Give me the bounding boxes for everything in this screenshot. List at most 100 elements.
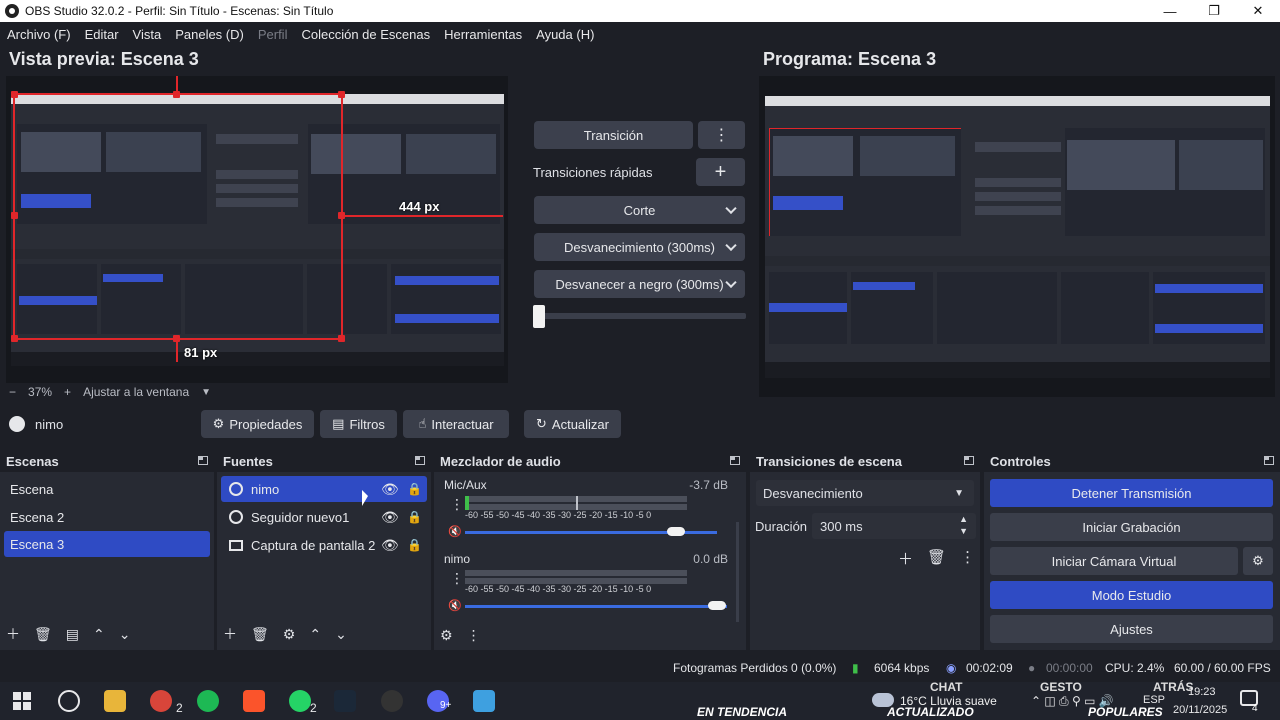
zoom-in-button[interactable]: + — [64, 385, 71, 399]
undock-icon[interactable] — [964, 456, 974, 465]
browser-icon — [229, 482, 243, 496]
move-down-icon[interactable]: ⌄ — [119, 626, 131, 643]
notification-count: 4 — [1252, 703, 1258, 714]
interact-button[interactable]: ☝ Interactuar — [403, 410, 509, 438]
weather[interactable]: 16°C Lluvia suave — [900, 694, 997, 708]
minimize-button[interactable]: — — [1148, 0, 1192, 22]
filters-button[interactable]: ▤ Filtros — [320, 410, 397, 438]
settings-button[interactable]: Ajustes — [990, 615, 1273, 643]
file-explorer-icon[interactable] — [104, 690, 126, 712]
chrome-icon[interactable] — [150, 690, 172, 712]
undock-icon[interactable] — [415, 456, 425, 465]
filter-icon[interactable]: ▤ — [66, 626, 79, 643]
preview-canvas[interactable]: 444 px 81 px — [6, 76, 508, 383]
trash-icon[interactable]: 🗑 — [251, 626, 269, 643]
menu-paneles[interactable]: Paneles (D) — [168, 27, 251, 42]
steam-icon[interactable] — [334, 690, 356, 712]
scrollbar[interactable] — [736, 522, 739, 622]
undock-icon[interactable] — [730, 456, 740, 465]
volume-slider-knob[interactable] — [708, 601, 726, 610]
chevron-down-icon[interactable]: ▼ — [201, 387, 211, 398]
eye-icon[interactable]: 👁 — [381, 509, 399, 526]
gears-icon[interactable]: ⚙ — [440, 627, 453, 644]
menu-coleccion-escenas[interactable]: Colección de Escenas — [294, 27, 437, 42]
move-down-icon[interactable]: ⌄ — [335, 626, 347, 643]
source-item-selected[interactable]: nimo 👁 🔒 — [221, 476, 427, 502]
spin-up-icon[interactable]: ▲ — [959, 514, 968, 524]
menu-ayuda[interactable]: Ayuda (H) — [529, 27, 601, 42]
muted-speaker-icon[interactable]: 🔇 — [448, 525, 462, 538]
source-item[interactable]: Captura de pantalla 2 👁 🔒 — [221, 532, 427, 558]
whatsapp-icon[interactable] — [289, 690, 311, 712]
tray-icons[interactable]: ⌃ ◫ ⎙ ⚲ ▭ 🔊 — [1031, 694, 1114, 709]
clock-date[interactable]: 20/11/2025 — [1173, 704, 1227, 716]
scene-item-selected[interactable]: Escena 3 — [4, 531, 210, 557]
menu-dots-icon[interactable]: ⋮ — [960, 548, 975, 569]
lock-icon[interactable]: 🔒 — [407, 538, 422, 552]
restore-button[interactable]: ❐ — [1192, 0, 1236, 22]
trash-icon[interactable]: 🗑 — [34, 626, 52, 643]
brave-icon[interactable] — [243, 690, 265, 712]
menu-herramientas[interactable]: Herramientas — [437, 27, 529, 42]
refresh-button[interactable]: ↻ Actualizar — [524, 410, 621, 438]
tbar-slider[interactable] — [534, 313, 746, 319]
channel-menu-icon[interactable]: ⋮ — [450, 496, 464, 513]
lock-icon[interactable]: 🔒 — [407, 510, 422, 524]
menu-archivo[interactable]: Archivo (F) — [0, 27, 78, 42]
fit-window-select[interactable]: Ajustar a la ventana — [83, 385, 189, 399]
volume-slider-track[interactable] — [465, 605, 727, 608]
scene-item[interactable]: Escena — [4, 476, 210, 502]
add-icon[interactable]: ＋ — [223, 624, 237, 644]
channel-menu-icon[interactable]: ⋮ — [450, 570, 464, 587]
undock-icon[interactable] — [1264, 456, 1274, 465]
trash-icon[interactable]: 🗑 — [927, 548, 946, 569]
menu-dots-icon[interactable]: ⋮ — [467, 627, 481, 644]
db-scale: -60 -55 -50 -45 -40 -35 -30 -25 -20 -15 … — [465, 510, 652, 520]
record-icon: ● — [1028, 661, 1036, 675]
transition-button[interactable]: Transición — [534, 121, 693, 149]
start-virtual-cam-button[interactable]: Iniciar Cámara Virtual — [990, 547, 1238, 575]
sources-title: Fuentes — [223, 453, 273, 469]
transition-select[interactable]: Desvanecimiento ▼ — [756, 480, 974, 506]
menu-editar[interactable]: Editar — [78, 27, 126, 42]
stop-stream-button[interactable]: Detener Transmisión — [990, 479, 1273, 507]
virtual-cam-settings-button[interactable]: ⚙ — [1243, 547, 1273, 575]
undock-icon[interactable] — [198, 456, 208, 465]
transition-menu-icon[interactable]: ⋮ — [698, 121, 745, 149]
obs-taskbar-icon[interactable] — [381, 690, 403, 712]
app-f-icon[interactable] — [473, 690, 495, 712]
start-recording-button[interactable]: Iniciar Grabación — [990, 513, 1273, 541]
mixer-title: Mezclador de audio — [440, 453, 561, 469]
tbar-handle[interactable] — [533, 305, 545, 328]
gear-icon[interactable]: ⚙ — [283, 626, 296, 643]
menu-vista[interactable]: Vista — [126, 27, 169, 42]
quick-transition-fade[interactable]: Desvanecimiento (300ms) — [534, 233, 745, 261]
clock-time[interactable]: 19:23 — [1188, 686, 1216, 698]
move-up-icon[interactable]: ⌃ — [93, 626, 105, 643]
language-indicator[interactable]: ESP — [1143, 694, 1165, 706]
windows-start-icon[interactable] — [13, 692, 31, 710]
volume-slider-knob[interactable] — [667, 527, 685, 536]
spotify-icon[interactable] — [197, 690, 219, 712]
add-icon[interactable]: ＋ — [898, 548, 913, 569]
add-icon[interactable]: ＋ — [6, 624, 20, 644]
quick-transition-fade-black[interactable]: Desvanecer a negro (300ms) — [534, 270, 745, 298]
move-up-icon[interactable]: ⌃ — [309, 626, 321, 643]
quick-transition-corte[interactable]: Corte — [534, 196, 745, 224]
scene-item[interactable]: Escena 2 — [4, 504, 210, 530]
channel-db: -3.7 dB — [689, 478, 728, 492]
properties-button[interactable]: ⚙ Propiedades — [201, 410, 314, 438]
search-icon[interactable] — [58, 690, 80, 712]
menu-perfil[interactable]: Perfil — [251, 27, 295, 42]
muted-speaker-icon[interactable]: 🔇 — [448, 599, 462, 612]
zoom-out-button[interactable]: − — [9, 385, 16, 399]
add-quick-transition-button[interactable]: + — [696, 158, 745, 186]
close-button[interactable]: ✕ — [1236, 0, 1280, 22]
lock-icon[interactable]: 🔒 — [407, 482, 422, 496]
eye-icon[interactable]: 👁 — [381, 481, 399, 498]
source-item[interactable]: Seguidor nuevo1 👁 🔒 — [221, 504, 427, 530]
duration-spinbox[interactable]: 300 ms ▲ ▼ — [812, 513, 976, 539]
studio-mode-button[interactable]: Modo Estudio — [990, 581, 1273, 609]
eye-icon[interactable]: 👁 — [381, 537, 399, 554]
spin-down-icon[interactable]: ▼ — [959, 526, 968, 536]
